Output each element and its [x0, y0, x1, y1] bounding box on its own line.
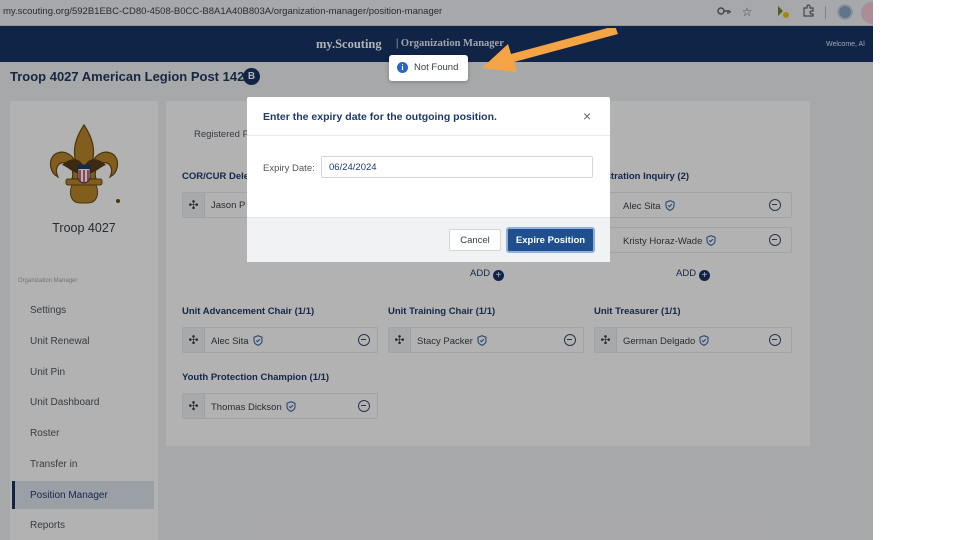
screen: my.scouting.org/592B1EBC-CD80-4508-B0CC-…	[0, 0, 960, 540]
app-window: my.scouting.org/592B1EBC-CD80-4508-B0CC-…	[0, 0, 873, 540]
dialog-footer: Cancel Expire Position	[247, 217, 610, 262]
expiry-date-input[interactable]	[321, 156, 593, 178]
dialog-title: Enter the expiry date for the outgoing p…	[263, 111, 497, 123]
dialog-divider	[247, 135, 610, 136]
expire-position-button[interactable]: Expire Position	[506, 227, 595, 253]
modal-backdrop[interactable]	[0, 0, 873, 540]
info-icon: i	[397, 62, 408, 73]
toast-message: Not Found	[414, 62, 459, 73]
not-found-toast: i Not Found	[389, 55, 468, 81]
cancel-button[interactable]: Cancel	[449, 229, 501, 251]
expiry-date-dialog: Enter the expiry date for the outgoing p…	[247, 97, 610, 262]
expiry-date-label: Expiry Date:	[263, 163, 315, 174]
close-icon[interactable]: ×	[583, 109, 591, 123]
annotation-arrow-icon	[482, 28, 618, 72]
